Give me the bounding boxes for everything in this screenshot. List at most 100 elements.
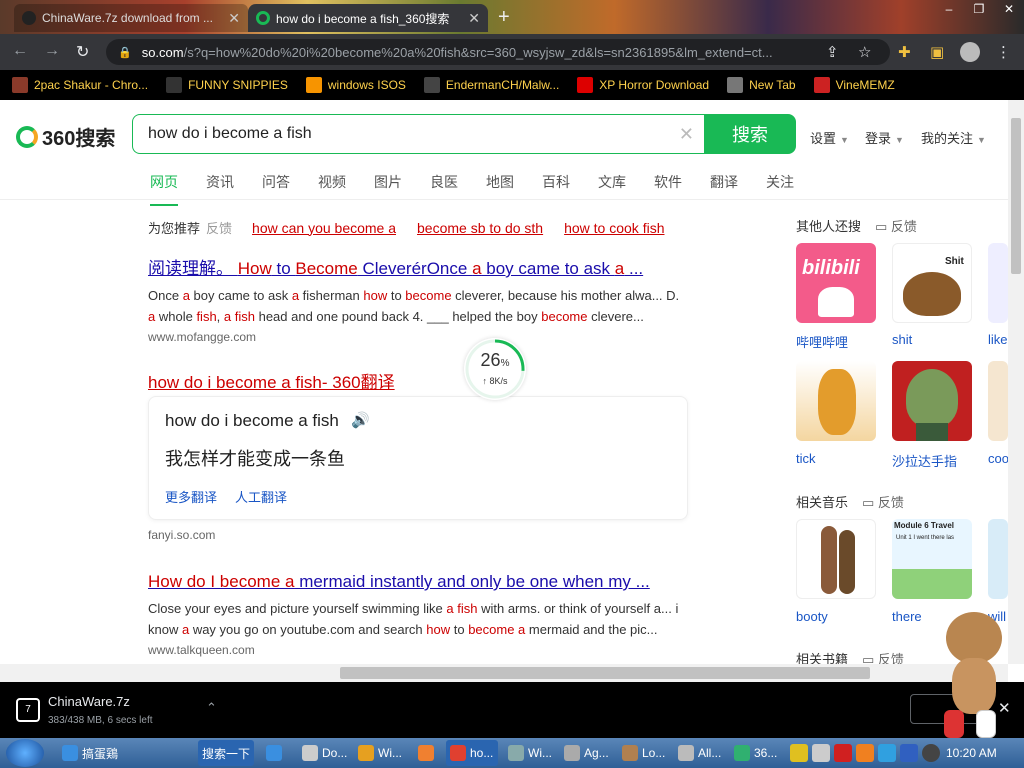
scroll-thumb[interactable] [1011,118,1021,274]
profile-avatar[interactable] [960,42,980,62]
new-tab-button[interactable]: + [498,6,510,29]
share-icon[interactable]: ⇪ [826,43,839,61]
bookmark-item[interactable]: 2pac Shakur - Chro... [12,77,148,93]
thumb-label[interactable]: there [892,609,922,624]
tray-icon[interactable] [812,744,830,762]
search-button[interactable]: 搜索 [704,114,796,154]
feedback-link[interactable]: ▭ 反馈 [862,492,904,511]
lock-icon[interactable]: 🔒 [118,46,132,59]
taskbar-item[interactable]: Lo... [618,740,670,766]
search-tab[interactable]: 百科 [542,172,570,206]
thumb-label[interactable]: booty [796,609,828,624]
bookmark-item[interactable]: XP Horror Download [577,77,709,93]
taskbar-ie-item[interactable]: 搞蛋鶏 [58,740,198,766]
maximize-icon[interactable]: ❐ [964,0,994,18]
bookmark-item[interactable]: FUNNY SNIPPIES [166,77,288,93]
download-speed-widget[interactable]: 26% ↑ 8K/s [464,338,526,400]
360-logo[interactable]: 360搜索 [16,122,115,151]
taskbar-item[interactable]: All... [674,740,726,766]
login-menu[interactable]: 登录 ▼ [865,128,904,147]
search-input[interactable]: how do i become a fish ✕ [132,114,706,154]
start-button[interactable] [6,739,44,767]
minimize-icon[interactable]: – [934,0,964,18]
result-url[interactable]: www.mofangge.com [148,330,688,344]
bookmark-star-icon[interactable]: ☆ [858,43,871,61]
tray-icon[interactable] [900,744,918,762]
download-filename[interactable]: ChinaWare.7z [48,694,130,709]
settings-menu[interactable]: 设置 ▼ [810,128,849,147]
chevron-up-icon[interactable]: ⌃ [206,700,217,716]
suggest-link[interactable]: how to cook fish [564,220,664,236]
thumb-label[interactable]: 哔哩哔哩 [796,332,848,351]
search-tab[interactable]: 地图 [486,172,514,206]
human-translation-link[interactable]: 人工翻译 [235,490,287,505]
taskbar-item[interactable] [414,740,442,766]
taskbar-ie2-item[interactable] [262,740,292,766]
suggest-link[interactable]: how can you become a [252,220,396,236]
taskbar-item[interactable]: Ag... [560,740,612,766]
thumb-shalada[interactable] [892,361,972,441]
result-title[interactable]: 阅读理解。 How to Become CleverérOnce a boy c… [148,254,688,279]
thumb-booty[interactable] [796,519,876,599]
tab-360search[interactable]: how do i become a fish_360搜索 ✕ [248,4,488,32]
thumb-coo[interactable] [988,361,1008,441]
search-tab[interactable]: 问答 [262,172,290,206]
tray-icon[interactable] [878,744,896,762]
scroll-thumb[interactable] [340,667,870,679]
taskbar-clock[interactable]: 10:20 AM [946,746,997,760]
thumb-tick[interactable] [796,361,876,441]
search-tab[interactable]: 关注 [766,172,794,206]
taskbar-item[interactable]: Do... [298,740,350,766]
forward-icon[interactable]: → [44,42,60,60]
extensions-icon[interactable]: ✚ [898,43,911,61]
thumb-label[interactable]: tick [796,451,816,466]
tray-icon[interactable] [856,744,874,762]
search-tab[interactable]: 资讯 [206,172,234,206]
more-translation-link[interactable]: 更多翻译 [165,490,217,505]
tray-icon[interactable] [834,744,852,762]
search-tab[interactable]: 良医 [430,172,458,206]
clear-icon[interactable]: ✕ [679,124,694,145]
close-icon[interactable]: ✕ [228,10,240,27]
thumb-will[interactable] [988,519,1008,599]
suggest-link[interactable]: become sb to do sth [417,220,543,236]
thumb-label[interactable]: like [988,332,1008,347]
tab-chinaware[interactable]: ChinaWare.7z download from ... ✕ [14,4,248,32]
close-window-icon[interactable]: ✕ [994,0,1024,18]
thumb-there[interactable]: Module 6 Travel Unit 1 I went there las [892,519,972,599]
thumb-label[interactable]: 沙拉达手指 [892,451,957,470]
speaker-icon[interactable]: 🔊 [351,411,370,429]
bookmark-item[interactable]: EndermanCH/Malw... [423,77,559,93]
search-tab[interactable]: 翻译 [710,172,738,206]
bookmark-item[interactable]: VineMEMZ [813,77,895,93]
reload-icon[interactable]: ↻ [76,42,89,62]
result-url[interactable]: fanyi.so.com [148,528,688,542]
thumb-label[interactable]: shit [892,332,912,347]
search-tab[interactable]: 视频 [318,172,346,206]
menu-icon[interactable]: ⋮ [996,43,1011,61]
close-icon[interactable]: ✕ [468,10,480,27]
taskbar-item[interactable]: 36... [730,740,782,766]
horizontal-scrollbar[interactable] [0,664,1008,682]
thumb-bilibili[interactable]: bilibili [796,243,876,323]
search-tab[interactable]: 网页 [150,172,178,206]
bookmark-item[interactable]: New Tab [727,77,796,93]
bookmark-item[interactable]: windows ISOS [305,77,406,93]
address-bar[interactable]: 🔒 so.com/s?q=how%20do%20i%20become%20a%2… [106,39,890,65]
vertical-scrollbar[interactable] [1008,100,1024,664]
thumb-shit[interactable]: Shit [892,243,972,323]
back-icon[interactable]: ← [12,42,28,60]
sidepanel-icon[interactable]: ▣ [930,43,944,61]
thumb-like[interactable] [988,243,1008,323]
taskbar-item[interactable]: Wi... [354,740,406,766]
taskbar-chrome-item[interactable]: ho... [446,740,498,766]
tray-icon[interactable] [790,744,808,762]
result-url[interactable]: www.talkqueen.com [148,643,688,657]
search-tab[interactable]: 软件 [654,172,682,206]
taskbar-search-item[interactable]: 搜索一下 [198,740,254,766]
result-title[interactable]: how do i become a fish- 360翻译 [148,368,688,393]
search-tab[interactable]: 图片 [374,172,402,206]
result-title[interactable]: How do I become a mermaid instantly and … [148,572,688,592]
follow-menu[interactable]: 我的关注 ▼ [921,128,986,147]
tray-icon[interactable] [922,744,940,762]
